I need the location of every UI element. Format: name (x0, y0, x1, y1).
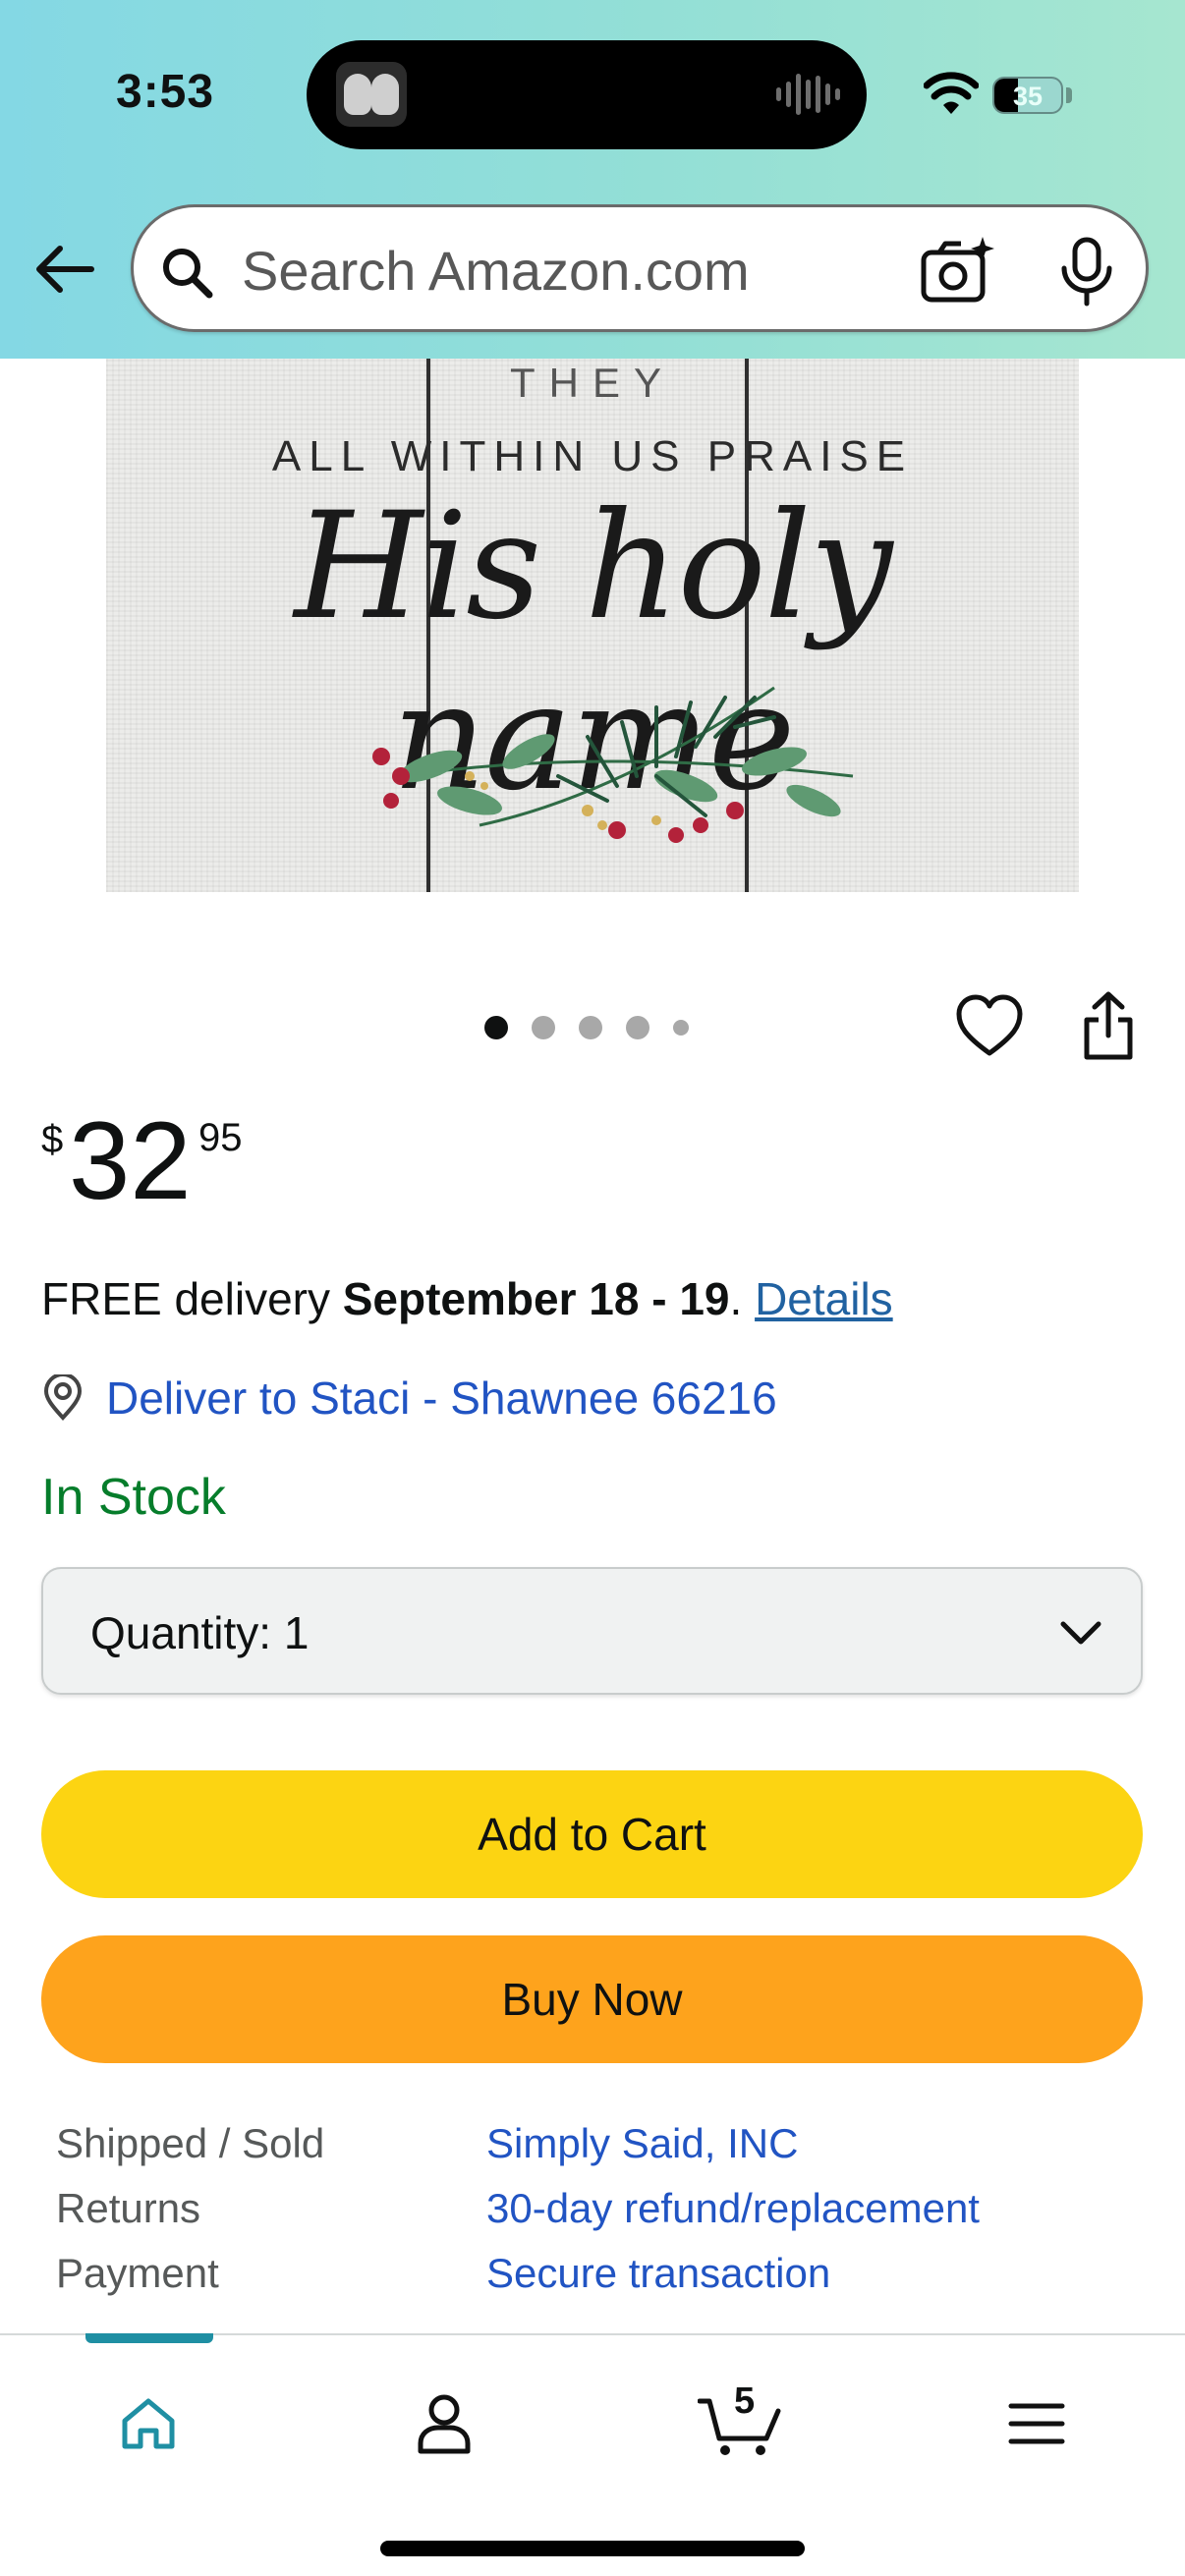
bottom-nav: 5 (0, 2333, 1185, 2576)
battery-icon: 35 (992, 77, 1063, 114)
product-image[interactable]: GRATEFUL CHORUS RAISE THEY ALL WITHIN US… (106, 334, 1079, 892)
price-currency: $ (41, 1118, 64, 1161)
delivery-dates: September 18 - 19 (342, 1273, 730, 1324)
quantity-dropdown[interactable]: Quantity: 1 (41, 1567, 1143, 1695)
stock-status: In Stock (41, 1469, 226, 1526)
quantity-label-group: Quantity: 1 (90, 1606, 309, 1659)
search-bar[interactable] (131, 204, 1149, 332)
pager-dot[interactable] (484, 1016, 508, 1039)
nav-home[interactable] (75, 2375, 222, 2473)
chevron-down-icon (1060, 1621, 1101, 1645)
purchase-info-table: Shipped / Sold Simply Said, INC Returns … (56, 2112, 1137, 2307)
search-input[interactable] (242, 231, 851, 309)
greenery-illustration (372, 686, 854, 843)
cart-count: 5 (734, 2380, 756, 2422)
header: 3:53 35 Search Amazon.com (0, 0, 1185, 359)
home-indicator (380, 2541, 805, 2556)
wifi-icon (924, 72, 979, 114)
delivery-separator: . (729, 1273, 756, 1324)
home-icon (122, 2398, 175, 2449)
nav-cart[interactable]: 5 (666, 2375, 814, 2473)
add-to-cart-button[interactable]: Add to Cart (41, 1770, 1143, 1898)
dynamic-island[interactable] (307, 40, 867, 149)
search-icon (163, 249, 213, 299)
seller-link[interactable]: Simply Said, INC (486, 2120, 798, 2167)
nav-menu[interactable] (963, 2375, 1110, 2473)
delivery-details-link[interactable]: Details (755, 1273, 893, 1324)
deliver-to-link[interactable]: Deliver to Staci - Shawnee 66216 (41, 1369, 777, 1428)
wishlist-button[interactable] (953, 990, 1026, 1063)
info-row-shipped-sold: Shipped / Sold Simply Said, INC (56, 2112, 1137, 2177)
share-button[interactable] (1079, 990, 1138, 1061)
menu-icon (1008, 2403, 1065, 2444)
info-key: Shipped / Sold (56, 2120, 325, 2166)
info-key: Payment (56, 2250, 219, 2296)
camera-search-icon[interactable] (920, 235, 998, 306)
product-page: 3:53 35 Search Amazon.com THEY ALL WITHI… (0, 0, 1185, 2576)
quantity-label: Quantity: (90, 1607, 272, 1658)
price-whole: 32 (69, 1099, 192, 1222)
now-playing-artwork (336, 62, 407, 127)
returns-link[interactable]: 30-day refund/replacement (486, 2185, 980, 2232)
image-pager-dots[interactable] (484, 1016, 689, 1039)
delivery-prefix: FREE delivery (41, 1273, 343, 1324)
buy-now-button[interactable]: Buy Now (41, 1935, 1143, 2063)
nav-account[interactable] (370, 2375, 518, 2473)
info-row-returns: Returns 30-day refund/replacement (56, 2177, 1137, 2242)
quantity-value: 1 (283, 1607, 310, 1658)
audio-waveform-icon (776, 74, 840, 115)
delivery-info: FREE delivery September 18 - 19. Details (41, 1272, 893, 1325)
pager-dot[interactable] (532, 1016, 555, 1039)
share-icon (1084, 991, 1133, 1060)
back-arrow-icon (36, 246, 94, 293)
pager-dot[interactable] (626, 1016, 649, 1039)
info-row-payment: Payment Secure transaction (56, 2242, 1137, 2307)
sign-subtitle: ALL WITHIN US PRAISE (271, 432, 914, 480)
location-pin-icon (43, 1374, 83, 1421)
status-time: 3:53 (116, 66, 215, 118)
back-button[interactable] (29, 234, 100, 305)
account-icon (418, 2394, 471, 2454)
deliver-to-label: Deliver to Staci - Shawnee 66216 (106, 1372, 777, 1424)
active-tab-indicator (85, 2333, 213, 2343)
pager-dot[interactable] (579, 1016, 602, 1039)
pager-dot[interactable] (673, 1020, 689, 1036)
heart-icon (956, 994, 1023, 1056)
battery-level: 35 (1012, 82, 1044, 111)
battery-tip (1066, 87, 1072, 103)
microphone-icon[interactable] (1054, 237, 1119, 308)
info-key: Returns (56, 2185, 201, 2231)
payment-link[interactable]: Secure transaction (486, 2250, 830, 2297)
price-fraction: 95 (198, 1116, 243, 1159)
